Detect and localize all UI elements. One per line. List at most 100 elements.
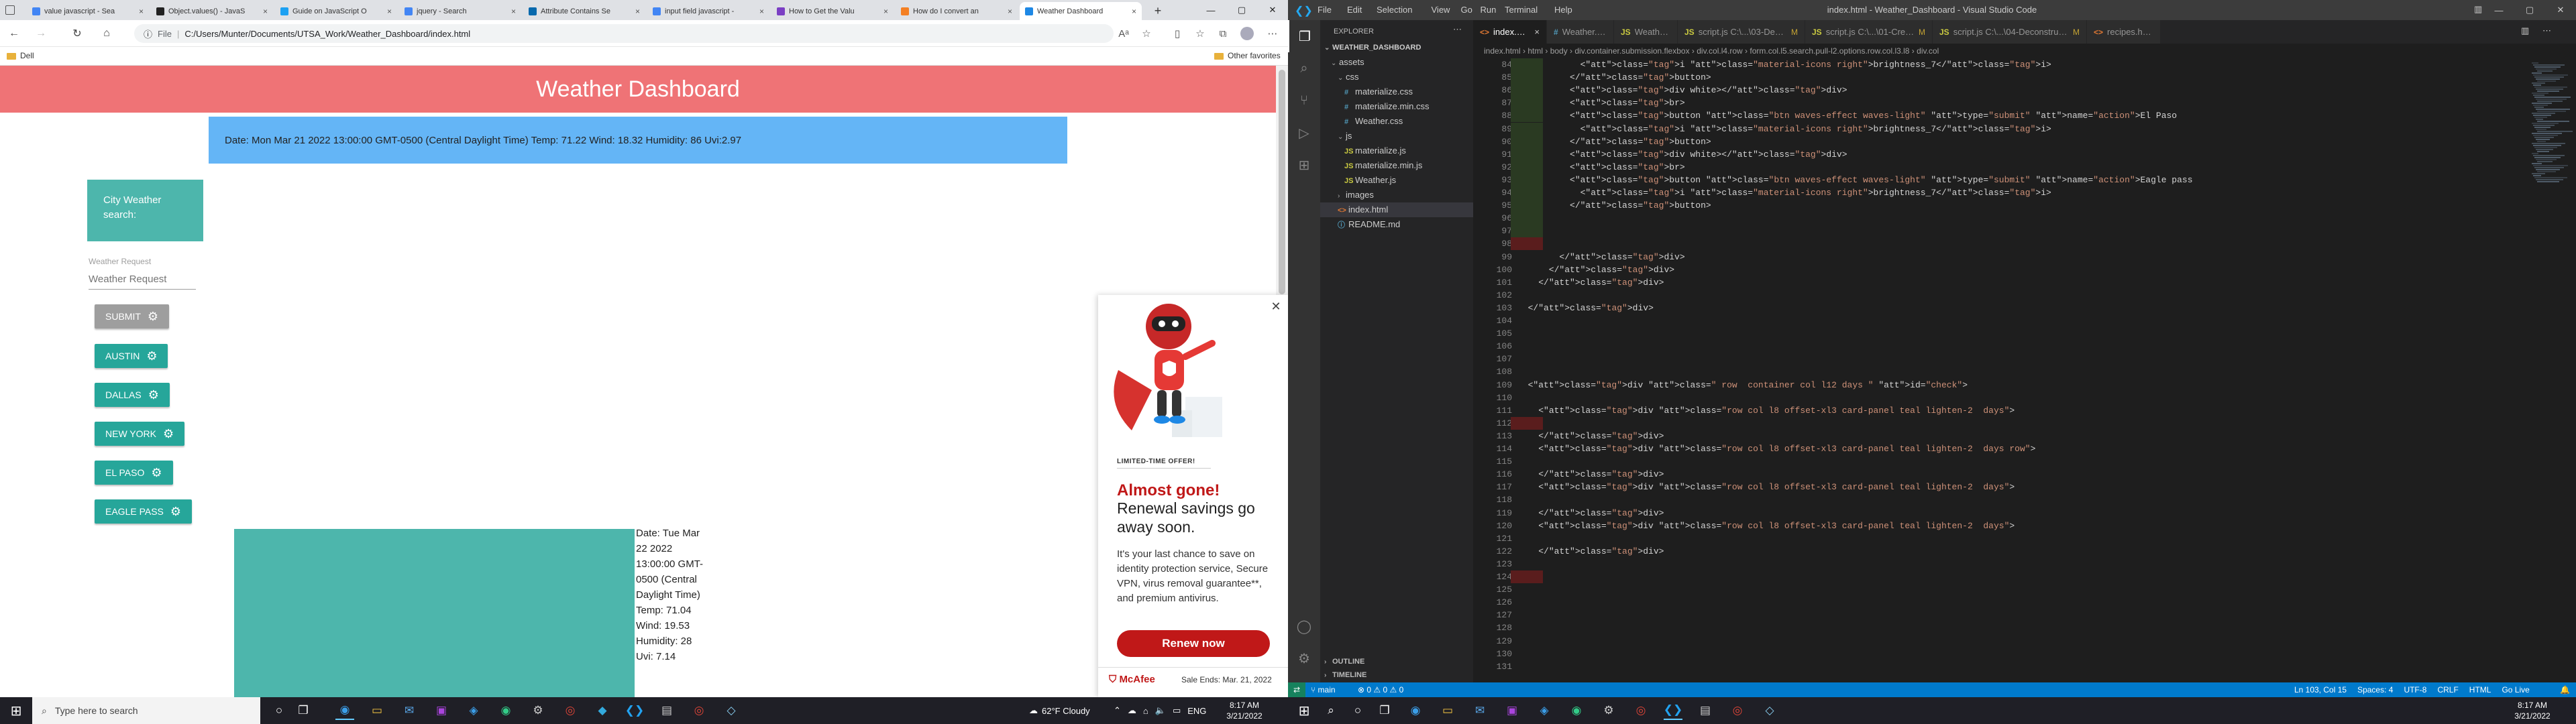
chrome-icon[interactable]: ◎ [1728, 701, 1747, 720]
editor-tab[interactable]: JSscript.js C:\...\03-Demo-Dynamic\... M [1678, 20, 1805, 44]
code-line[interactable]: <"att">class="tag">i "att">class="materi… [1517, 186, 2051, 199]
code-line[interactable]: <"att">class="tag">button "att">class="b… [1517, 174, 2193, 186]
file-tree-item[interactable]: ⌄ js [1338, 129, 1352, 143]
taskbar-clock[interactable]: 8:17 AM 3/21/2022 [1221, 700, 1268, 721]
browser-tab[interactable]: Guide on JavaScript O × [275, 2, 397, 20]
renew-now-button[interactable]: Renew now [1117, 630, 1270, 657]
extensions-icon[interactable]: ⊞ [1288, 149, 1320, 181]
code-line[interactable]: </"att">class="tag">div> [1517, 545, 1664, 558]
code-line[interactable]: <"att">class="tag">div "att">class="row … [1517, 481, 2015, 493]
settings-icon[interactable]: ⚙ [1599, 701, 1618, 720]
search-icon[interactable]: ⌕ [1322, 701, 1340, 720]
close-window-button[interactable]: ✕ [1257, 0, 1288, 20]
file-tree-item[interactable]: # materialize.min.css [1344, 99, 1430, 114]
status-item[interactable]: UTF-8 [2404, 682, 2426, 697]
profile-avatar[interactable] [1238, 25, 1256, 42]
terminal-icon[interactable]: ▤ [657, 701, 676, 720]
code-line[interactable]: <"att">class="tag">div "att">class="row … [1517, 520, 2015, 532]
file-tree-item[interactable]: ⌄ assets [1331, 55, 1364, 70]
editor-tab[interactable]: JSscript.js C:\...\01-Create-Fetch\... M [1805, 20, 1933, 44]
menu-item[interactable]: Run [1481, 0, 1497, 20]
terminal-icon[interactable]: ▤ [1696, 701, 1715, 720]
taskbar-weather[interactable]: ☁ 62°F Cloudy [1029, 697, 1090, 724]
file-tree-item[interactable]: › images [1338, 188, 1374, 202]
onedrive-icon[interactable]: ☁ [1128, 705, 1136, 716]
code-line[interactable]: <"att">class="tag">i "att">class="materi… [1517, 123, 2051, 135]
store-icon[interactable]: ◈ [464, 701, 483, 720]
file-tree-item[interactable]: JS materialize.js [1344, 143, 1406, 158]
status-item[interactable]: CRLF [2437, 682, 2458, 697]
city-button[interactable]: DALLAS ⚙ [95, 383, 170, 407]
city-button[interactable]: EAGLE PASS ⚙ [95, 499, 193, 524]
file-tree-item[interactable]: ⓘ README.md [1338, 217, 1400, 232]
workspace-root[interactable]: ⌄ WEATHER_DASHBOARD [1324, 40, 1421, 55]
file-tree-item[interactable]: # Weather.css [1344, 114, 1403, 129]
mail-icon[interactable]: ✉ [400, 701, 419, 720]
chrome-icon[interactable]: ◎ [690, 701, 708, 720]
code-line[interactable]: <"att">class="tag">div "att">class="row … [1517, 442, 2035, 455]
gear-icon[interactable]: ⚙ [1288, 642, 1320, 674]
language-icon[interactable]: ENG [1187, 706, 1206, 716]
mail-icon[interactable]: ✉ [1470, 701, 1489, 720]
editor-tab[interactable]: JSWeather.js [1614, 20, 1678, 44]
app-icon[interactable]: ◉ [496, 701, 515, 720]
menu-item[interactable]: Edit [1347, 0, 1362, 20]
run-debug-icon[interactable]: ▷ [1288, 117, 1320, 149]
code-line[interactable]: </"att">class="tag">button> [1517, 71, 1711, 84]
network-icon[interactable]: ⌂ [1143, 706, 1148, 716]
editor-tab[interactable]: <> recipes.html [2087, 20, 2161, 44]
problems-status[interactable]: ⊗ 0 ⚠ 0 ⚠ 0 [1358, 682, 1403, 697]
vscode-taskbar-icon[interactable]: ❮❯ [1664, 701, 1682, 720]
file-tree-item[interactable]: <> index.html [1320, 202, 1473, 217]
chrome-icon[interactable]: ◎ [1631, 701, 1650, 720]
timeline-section[interactable]: › TIMELINE [1324, 668, 1366, 682]
more-actions-icon[interactable]: ⋯ [1453, 24, 1462, 35]
close-icon[interactable]: ✕ [1269, 299, 1283, 314]
tab-actions-icon[interactable] [5, 5, 15, 15]
close-icon[interactable]: × [1008, 7, 1012, 16]
url-text[interactable]: C:/Users/Munter/Documents/UTSA_Work/Weat… [184, 29, 470, 39]
chrome-icon[interactable]: ◎ [561, 701, 580, 720]
menu-item[interactable]: Help [1554, 0, 1572, 20]
code-line[interactable]: <"att">class="tag">div "att">class="row … [1517, 404, 2015, 417]
status-item[interactable]: Spaces: 4 [2357, 682, 2393, 697]
app-icon[interactable]: ◇ [722, 701, 741, 720]
editor-tab[interactable]: # Weather.css [1547, 20, 1614, 44]
file-explorer-icon[interactable]: ▭ [1438, 701, 1457, 720]
weather-request-input[interactable] [89, 269, 196, 290]
forward-icon[interactable]: → [32, 25, 50, 42]
store-icon[interactable]: ◈ [1535, 701, 1554, 720]
app-icon[interactable]: ◇ [1760, 701, 1779, 720]
code-line[interactable]: </"att">class="tag">div> [1517, 251, 1684, 263]
windows-start-icon[interactable]: ⊞ [7, 701, 25, 720]
code-line[interactable]: <"att">class="tag">br> [1517, 161, 1685, 174]
code-line[interactable]: <"att">class="tag">div "att">class=" row… [1517, 379, 1968, 391]
browser-tab[interactable]: jquery - Search × [399, 2, 521, 20]
breadcrumb[interactable]: index.html › html › body › div.container… [1473, 44, 2576, 58]
split-editor-icon[interactable]: ▥ [2521, 25, 2529, 36]
more-menu-icon[interactable]: ⋯ [1264, 25, 1281, 42]
outline-section[interactable]: › OUTLINE [1324, 654, 1364, 669]
browser-tab[interactable]: Weather Dashboard × [1020, 2, 1142, 20]
maximize-button[interactable]: ▢ [1226, 0, 1257, 20]
bookmark-folder-dell[interactable]: Dell [7, 51, 34, 60]
status-item[interactable]: Go Live [2502, 682, 2529, 697]
browser-tab[interactable]: Object.values() - JavaS × [151, 2, 273, 20]
address-bar[interactable]: ⓘ File | C:/Users/Munter/Documents/UTSA_… [134, 24, 1114, 43]
close-icon[interactable]: × [635, 7, 640, 16]
favorite-star-icon[interactable]: ☆ [1138, 25, 1155, 42]
file-tree-item[interactable]: # materialize.css [1344, 84, 1413, 99]
browser-tab[interactable]: How to Get the Valu × [771, 2, 894, 20]
close-icon[interactable]: × [511, 7, 516, 16]
code-line[interactable]: </"att">class="tag">div> [1517, 507, 1664, 520]
cortana-icon[interactable]: ○ [270, 701, 288, 720]
code-line[interactable]: </"att">class="tag">div> [1517, 263, 1674, 276]
menu-item[interactable]: Selection [1377, 0, 1412, 20]
source-control-icon[interactable]: ⑂ [1288, 84, 1320, 117]
editor-tab[interactable]: <>index.html × [1473, 20, 1547, 44]
code-editor[interactable]: 84 85 86 87 88 89 90 91 92 93 94 95 96 97 98 99 100 101 10… [1473, 58, 2576, 682]
scrollbar-thumb[interactable] [1279, 70, 1285, 294]
close-icon[interactable]: × [263, 7, 268, 16]
code-line[interactable]: </"att">class="tag">button> [1517, 135, 1711, 148]
task-view-icon[interactable]: ❐ [294, 701, 313, 720]
